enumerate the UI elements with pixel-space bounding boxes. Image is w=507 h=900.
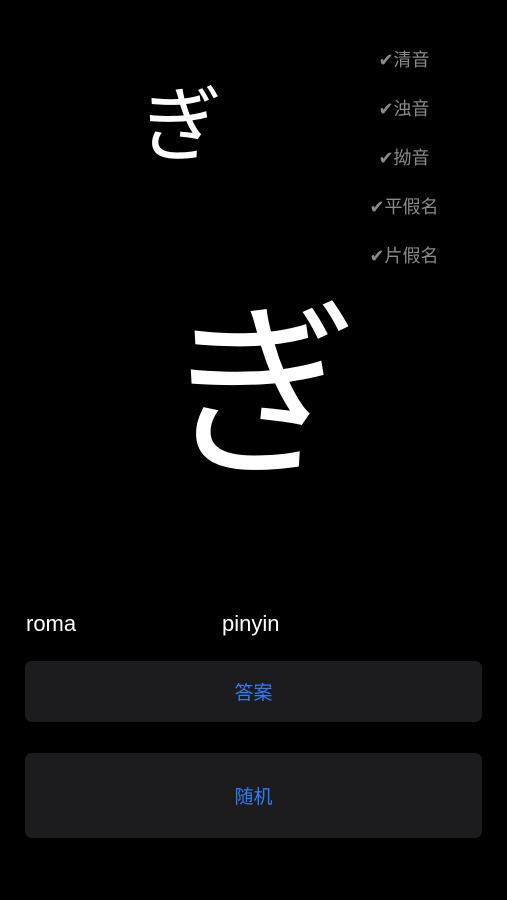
option-hiragana[interactable]: ✔平假名 — [369, 181, 438, 230]
option-katakana[interactable]: ✔片假名 — [369, 230, 438, 279]
kana-large-display: ぎ — [168, 284, 359, 505]
option-youon[interactable]: ✔拗音 — [378, 132, 429, 181]
pinyin-reading: pinyin — [222, 611, 280, 636]
kana-small-display: ぎ — [140, 79, 223, 174]
option-seion[interactable]: ✔清音 — [378, 34, 429, 83]
option-dakuon[interactable]: ✔浊音 — [378, 83, 429, 132]
kana-filter-options: ✔清音 ✔浊音 ✔拗音 ✔平假名 ✔片假名 — [359, 34, 449, 279]
roma-reading: roma — [26, 611, 77, 636]
answer-button[interactable]: 答案 — [25, 661, 482, 722]
random-button[interactable]: 随机 — [25, 753, 482, 838]
